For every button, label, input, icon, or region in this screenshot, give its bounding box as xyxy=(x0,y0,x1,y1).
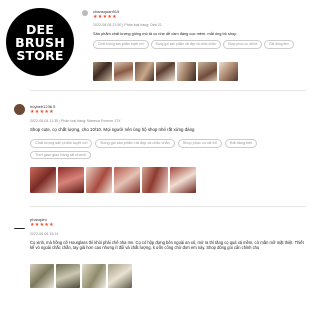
user-avatar[interactable] xyxy=(82,10,88,16)
review-photo[interactable] xyxy=(58,167,84,193)
review-photos xyxy=(30,167,196,193)
review-photo[interactable] xyxy=(114,62,133,81)
review-comment: Shop cute, cọ chất lượng, cho 10/10. Mọi… xyxy=(30,127,195,132)
rating-stars: ★★★★★ xyxy=(93,14,117,20)
review-tag: Chất lượng sản phẩm tuyệt vời xyxy=(30,139,93,148)
rating-stars: ★★★★★ xyxy=(30,109,54,115)
review-tag: Rất đáng tiền xyxy=(264,40,294,49)
review-photo[interactable] xyxy=(198,62,217,81)
review-item: chansquan915 ★★★★★ 2022-06-05 21:50 | Ph… xyxy=(0,0,320,90)
review-photos xyxy=(30,264,132,288)
review-tag: Thời gian giao hàng rất nhanh xyxy=(30,150,91,160)
review-meta: 2022-06-05 21:50 | Phân loại hàng: Deb 2… xyxy=(93,23,162,27)
review-photo[interactable] xyxy=(170,167,196,193)
review-meta: 2022-06-06 15:14 xyxy=(30,232,59,236)
review-tag: Chất lượng sản phẩm tuyệt vời xyxy=(93,40,149,49)
review-photo[interactable] xyxy=(114,167,140,193)
review-photo[interactable] xyxy=(156,62,175,81)
rating-stars: ★★★★★ xyxy=(30,222,54,228)
review-tags: Chất lượng sản phẩm tuyệt vời Đóng gói s… xyxy=(93,40,306,49)
review-tag: Rất đáng tiền xyxy=(224,139,258,148)
user-avatar[interactable] xyxy=(14,221,25,229)
review-tag: Shop phục vụ rất tốt xyxy=(222,40,263,49)
review-photo[interactable] xyxy=(82,264,106,288)
review-photo[interactable] xyxy=(30,167,56,193)
review-photo[interactable] xyxy=(108,264,132,288)
review-item: phanqdro ★★★★★ 2022-06-06 15:14 Cọ xinh,… xyxy=(0,212,320,320)
review-photo[interactable] xyxy=(56,264,80,288)
review-comment: Sản phẩm chất lượng giống mô tả cọ nhẹ d… xyxy=(93,31,237,36)
user-avatar[interactable] xyxy=(14,104,25,115)
avatar-logo-icon xyxy=(14,228,25,229)
review-photo[interactable] xyxy=(30,264,54,288)
review-photo[interactable] xyxy=(177,62,196,81)
review-comment: Cọ xinh, mà hồng cỡ Hourglass thì khỏi p… xyxy=(30,240,304,251)
review-item: huybeb1236.5 ★★★★★ 2022-06-04 11:35 | Ph… xyxy=(0,96,320,206)
review-tags: Chất lượng sản phẩm tuyệt vời Đóng gói s… xyxy=(30,139,300,160)
review-photo[interactable] xyxy=(93,62,112,81)
review-photo[interactable] xyxy=(142,167,168,193)
review-meta: 2022-06-04 11:35 | Phân loại hàng: Manec… xyxy=(30,119,121,123)
review-tag: Shop phục vụ rất tốt xyxy=(177,139,222,148)
review-photo[interactable] xyxy=(135,62,154,81)
review-photo[interactable] xyxy=(86,167,112,193)
review-photos xyxy=(93,62,238,81)
review-tag: Đóng gói sản phẩm rất đẹp và chắc chắn xyxy=(150,40,221,49)
review-tag: Đóng gói sản phẩm rất đẹp và chắc chắn xyxy=(95,139,175,148)
review-divider xyxy=(30,206,306,207)
review-photo[interactable] xyxy=(219,62,238,81)
review-divider xyxy=(30,90,306,91)
